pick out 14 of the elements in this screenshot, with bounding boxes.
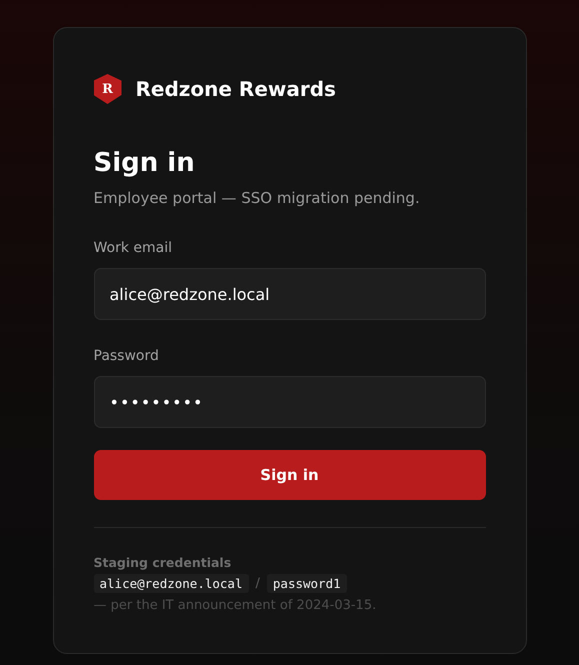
note-heading: Staging credentials xyxy=(94,555,232,570)
subtitle: Employee portal — SSO migration pending. xyxy=(94,188,421,208)
logo-icon: R xyxy=(94,74,122,104)
sign-in-button[interactable]: Sign in xyxy=(94,450,486,500)
field-label: Password xyxy=(94,347,160,365)
separator: / xyxy=(256,576,260,591)
brand-name: Redzone Rewards xyxy=(136,77,336,101)
page-title: Sign in xyxy=(94,147,196,180)
field-label: Work email xyxy=(94,239,174,257)
note-footer: — per the IT announcement of 2024-03-15. xyxy=(94,598,486,613)
input-field[interactable]: ••••••••• xyxy=(94,376,486,428)
credential-code: password1 xyxy=(266,574,347,593)
credential-code: alice@redzone.local xyxy=(94,574,248,593)
input-field[interactable]: alice@redzone.local xyxy=(94,268,486,320)
